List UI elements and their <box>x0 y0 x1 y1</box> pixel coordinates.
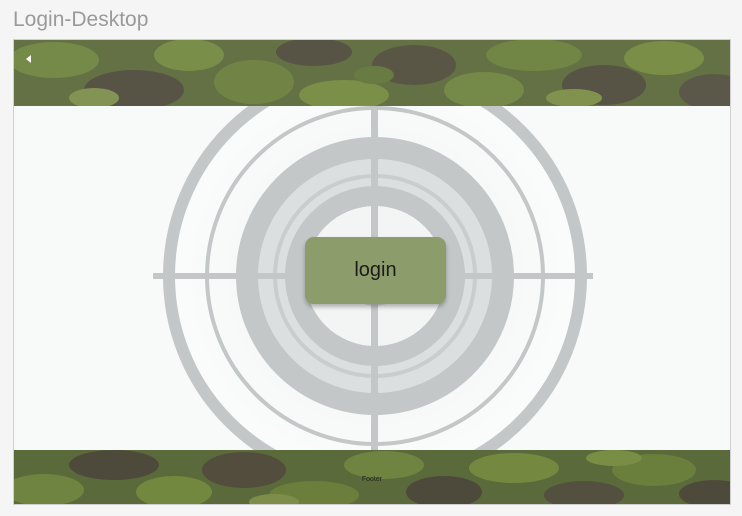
header-camo-pattern <box>14 40 730 106</box>
back-caret-icon[interactable] <box>23 53 35 65</box>
main-content: login <box>14 106 730 450</box>
frame-title: Login-Desktop <box>13 8 149 31</box>
footer-bar: Footer <box>14 450 730 504</box>
login-button[interactable]: login <box>305 237 446 304</box>
header-bar <box>14 40 730 106</box>
footer-label: Footer <box>361 476 383 483</box>
login-desktop-frame: login Footer <box>13 39 731 505</box>
